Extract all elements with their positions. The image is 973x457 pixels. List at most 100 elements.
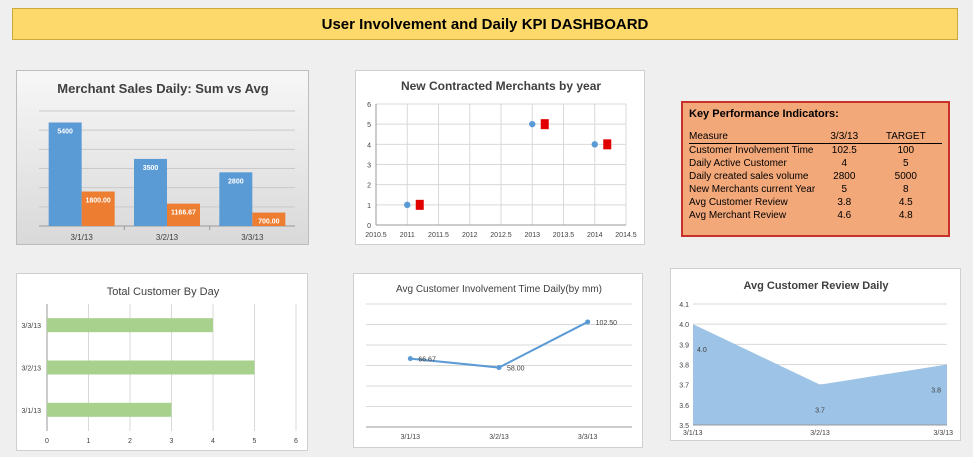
x-tick-label: 5 (253, 438, 257, 445)
data-label: 1166.67 (171, 210, 196, 217)
y-tick-label: 3.7 (679, 383, 689, 390)
involvement-time-svg: Avg Customer Involvement Time Daily(by m… (366, 284, 632, 441)
data-label: 3500 (143, 165, 159, 172)
x-tick-label: 2010.5 (365, 232, 387, 239)
data-label: 5400 (57, 129, 73, 136)
kpi-header-measure: Measure (689, 130, 819, 144)
new-merchants-chart: New Contracted Merchants by year 0 1 2 3 4 5 6 2… (355, 70, 645, 245)
kpi-row: Daily Active Customer 4 5 (689, 157, 942, 170)
kpi-target: 8 (903, 184, 909, 195)
total-customer-svg: Total Customer By Day 0 1 2 3 4 5 6 3/1/13 3/2/13… (22, 286, 299, 445)
y-tick-label: 5 (367, 122, 371, 129)
x-tick-label: 2011 (400, 232, 415, 239)
data-point (407, 356, 413, 362)
kpi-row: Customer Involvement Time 102.5 100 (689, 144, 942, 158)
kpi-value: 4 (841, 158, 848, 169)
data-label: 58.00 (507, 366, 525, 373)
kpi-value: 4.6 (837, 210, 852, 221)
kpi-measure: Avg Customer Review (689, 197, 788, 208)
x-tick-label: 3/1/13 (683, 430, 703, 437)
kpi-header-date: 3/3/13 (819, 130, 870, 144)
data-label: 102.50 (596, 320, 618, 327)
kpi-table-panel: Key Performance Indicators: Measure 3/3/… (681, 101, 950, 237)
kpi-target: 5 (903, 158, 909, 169)
data-label: 3.8 (931, 388, 941, 395)
y-tick-label: 4.1 (679, 302, 689, 309)
chart-title: Total Customer By Day (107, 286, 220, 298)
y-tick-label: 6 (367, 102, 371, 109)
chart-title: Avg Customer Involvement Time Daily(by m… (396, 284, 602, 295)
customer-review-chart: Avg Customer Review Daily 3.5 3.6 3.7 3.8 3.9… (670, 268, 961, 441)
x-tick-label: 3/3/13 (578, 434, 598, 441)
x-tick-label: 3/2/13 (156, 233, 179, 242)
x-tick-label: 3/1/13 (401, 434, 421, 441)
data-point (591, 141, 598, 148)
kpi-measure: Avg Merchant Review (689, 210, 787, 221)
y-tick-label: 0 (367, 223, 371, 230)
x-tick-label: 2 (128, 438, 132, 445)
x-tick-label: 4 (211, 438, 215, 445)
x-tick-label: 6 (294, 438, 298, 445)
kpi-row: Avg Merchant Review 4.6 4.8 (689, 209, 942, 222)
kpi-measure: New Merchants current Year (689, 184, 816, 195)
y-tick-label: 4 (367, 142, 371, 149)
bar (47, 318, 213, 333)
y-tick-label: 3 (367, 163, 371, 170)
merchant-sales-chart: Merchant Sales Daily: Sum vs Avg 3/1/13 54… (16, 70, 309, 245)
data-point (496, 365, 502, 371)
bar (48, 122, 82, 226)
x-tick-label: 1 (87, 438, 91, 445)
y-tick-label: 1 (367, 203, 371, 210)
x-tick-label: 2012 (462, 232, 478, 239)
data-label: 66.67 (418, 357, 436, 364)
kpi-title: Key Performance Indicators: (689, 108, 839, 120)
data-label: 2800 (228, 178, 244, 185)
data-point (540, 119, 549, 130)
chart-title: Avg Customer Review Daily (743, 280, 889, 292)
data-point (404, 201, 411, 209)
kpi-measure: Customer Involvement Time (689, 145, 814, 156)
kpi-measure: Daily created sales volume (689, 171, 809, 182)
x-tick-label: 3 (170, 438, 174, 445)
y-tick-label: 3.5 (679, 423, 689, 430)
x-tick-label: 2012.5 (490, 232, 512, 239)
kpi-measure: Daily Active Customer (689, 158, 787, 169)
x-tick-label: 2014.5 (615, 232, 637, 239)
new-merchants-svg: New Contracted Merchants by year 0 1 2 3 4 5 6 2… (365, 79, 637, 239)
data-label: 1800.00 (86, 198, 111, 205)
data-point (585, 319, 591, 325)
x-tick-label: 3/2/13 (810, 430, 830, 437)
y-tick-label: 3/2/13 (22, 366, 42, 373)
kpi-value: 2800 (833, 171, 856, 182)
data-label: 4.0 (697, 347, 707, 354)
x-tick-label: 2014 (587, 232, 603, 239)
kpi-row: New Merchants current Year 5 8 (689, 183, 942, 196)
data-point (603, 139, 612, 150)
y-tick-label: 3.6 (679, 403, 689, 410)
kpi-row: Daily created sales volume 2800 5000 (689, 170, 942, 183)
chart-title: Merchant Sales Daily: Sum vs Avg (57, 81, 269, 96)
bar (47, 402, 172, 417)
y-tick-label: 3/1/13 (22, 408, 42, 415)
dashboard-title: User Involvement and Daily KPI DASHBOARD (12, 8, 958, 40)
merchant-sales-svg: Merchant Sales Daily: Sum vs Avg 3/1/13 54… (39, 81, 295, 242)
kpi-header-row: Measure 3/3/13 TARGET (689, 130, 942, 144)
y-tick-label: 3.8 (679, 363, 689, 370)
x-tick-label: 2013.5 (553, 232, 575, 239)
data-label: 700.00 (258, 219, 280, 226)
data-label: 3.7 (815, 408, 825, 415)
data-point (415, 199, 424, 210)
chart-title: New Contracted Merchants by year (401, 79, 601, 93)
y-tick-label: 3.9 (679, 342, 689, 349)
x-tick-label: 3/2/13 (489, 434, 509, 441)
x-tick-label: 3/3/13 (934, 430, 954, 437)
kpi-value: 5 (841, 184, 848, 195)
x-tick-label: 0 (45, 438, 49, 445)
y-tick-label: 2 (367, 183, 371, 190)
kpi-target: 4.8 (898, 210, 913, 221)
y-tick-label: 3/3/13 (22, 323, 42, 330)
kpi-value: 3.8 (837, 197, 852, 208)
x-tick-label: 2013 (524, 232, 540, 239)
data-point (529, 120, 536, 128)
kpi-header-target: TARGET (869, 130, 942, 144)
